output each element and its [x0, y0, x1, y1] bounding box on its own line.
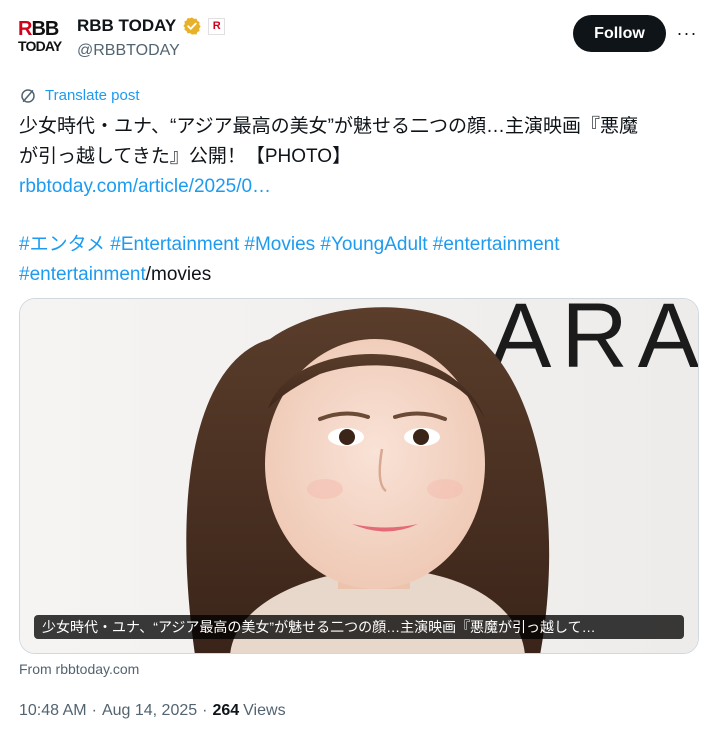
views-label: Views: [243, 702, 286, 719]
account-handle[interactable]: @RBBTODAY: [77, 40, 180, 62]
more-options-icon[interactable]: ···: [674, 22, 700, 44]
translate-label: Translate post: [45, 87, 140, 104]
affiliate-logo-icon[interactable]: R: [208, 17, 226, 35]
link-card-media[interactable]: ARA 少女時代・ユナ、“アジア最高の美女”が魅せる二つの顔…主演映画『悪魔が引…: [19, 298, 699, 654]
post-meta: 10:48 AM · Aug 14, 2025 · 264 Views: [19, 700, 286, 722]
logo-line2: TODAY: [18, 38, 62, 54]
post-text-line-1: 少女時代・ユナ、“アジア最高の美女”が魅せる二つの顔…主演映画『悪魔: [19, 116, 638, 137]
hashtag-entertainment[interactable]: #entertainment: [19, 264, 146, 285]
follow-button[interactable]: Follow: [573, 15, 666, 52]
account-name-row[interactable]: RBB TODAY R: [77, 15, 226, 37]
hashtags-line-2: #entertainment/movies: [19, 260, 699, 290]
card-source[interactable]: From rbbtoday.com: [19, 660, 139, 678]
card-caption: 少女時代・ユナ、“アジア最高の美女”が魅せる二つの顔…主演映画『悪魔が引っ越して…: [34, 615, 684, 639]
translate-post-link[interactable]: Translate post: [19, 86, 140, 106]
meta-separator-2: ·: [202, 702, 208, 719]
meta-separator: ·: [91, 702, 97, 719]
post-text: 少女時代・ユナ、“アジア最高の美女”が魅せる二つの顔…主演映画『悪魔 が引っ越し…: [19, 112, 699, 290]
translate-icon: [21, 89, 35, 103]
gold-verified-badge-icon: [183, 17, 201, 35]
article-photo: ARA: [20, 299, 699, 653]
article-link[interactable]: rbbtoday.com/article/2025/0…: [19, 172, 699, 202]
photo-backdrop-text: ARA: [490, 299, 699, 387]
hashtags-line-1[interactable]: #エンタメ #Entertainment #Movies #YoungAdult…: [19, 230, 699, 260]
hashtag-suffix: /movies: [145, 264, 212, 285]
views-count: 264: [212, 702, 240, 719]
account-name[interactable]: RBB TODAY: [77, 15, 176, 37]
post-date[interactable]: Aug 14, 2025: [102, 700, 197, 722]
post-text-line-2: が引っ越してきた』公開！【PHOTO】: [19, 146, 352, 167]
account-avatar-logo[interactable]: RBB TODAY: [18, 18, 68, 58]
post-time[interactable]: 10:48 AM: [19, 700, 87, 722]
logo-line1: RBB: [18, 18, 59, 40]
